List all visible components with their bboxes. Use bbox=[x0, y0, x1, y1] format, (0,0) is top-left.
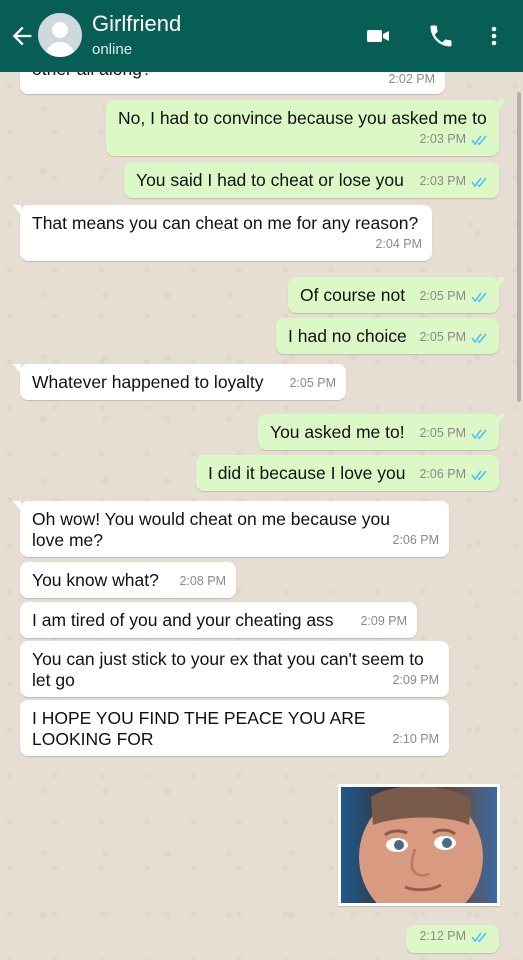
message-text: other all along? bbox=[32, 72, 152, 80]
avatar[interactable] bbox=[38, 13, 82, 57]
message-time: 2:10 PM bbox=[392, 732, 439, 746]
message-text: You asked me to! bbox=[270, 422, 405, 442]
message-received[interactable]: You can just stick to your ex that you c… bbox=[20, 641, 449, 697]
message-text: Oh wow! You would cheat on me because yo… bbox=[32, 509, 391, 550]
message-text: I did it because I love you bbox=[208, 463, 406, 483]
message-received[interactable]: I HOPE YOU FIND THE PEACE YOU ARE LOOKIN… bbox=[20, 700, 449, 756]
message-text: You know what? bbox=[32, 570, 159, 590]
video-call-icon[interactable] bbox=[364, 22, 392, 50]
message-time: 2:05 PM bbox=[289, 376, 336, 390]
message-sent[interactable]: 2:12 PM bbox=[406, 925, 499, 953]
message-time: 2:05 PM bbox=[419, 289, 466, 303]
message-time: 2:05 PM bbox=[419, 426, 466, 440]
message-time: 2:05 PM bbox=[419, 330, 466, 344]
message-time: 2:03 PM bbox=[419, 132, 466, 146]
arrow-left-icon[interactable] bbox=[8, 22, 36, 50]
message-text: No, I had to convince because you asked … bbox=[118, 108, 487, 128]
message-sent[interactable]: No, I had to convince because you asked … bbox=[106, 100, 506, 156]
double-check-icon bbox=[471, 291, 487, 302]
reaction-face-photo[interactable] bbox=[341, 787, 497, 903]
contact-status: online bbox=[92, 41, 133, 58]
more-vert-icon[interactable] bbox=[480, 22, 508, 50]
double-check-icon bbox=[471, 176, 487, 187]
message-text: I had no choice bbox=[288, 326, 407, 346]
message-time: 2:03 PM bbox=[419, 174, 466, 188]
message-time: 2:09 PM bbox=[360, 614, 407, 628]
message-text: Of course not bbox=[300, 285, 406, 305]
message-received[interactable]: I am tired of you and your cheating ass … bbox=[20, 602, 417, 638]
message-time: 2:08 PM bbox=[179, 574, 226, 588]
message-text: I HOPE YOU FIND THE PEACE YOU ARE LOOKIN… bbox=[32, 708, 366, 749]
message-sent[interactable]: You said I had to cheat or lose you 2:03… bbox=[124, 162, 499, 198]
double-check-icon bbox=[471, 332, 487, 343]
contact-name[interactable]: Girlfriend bbox=[92, 11, 181, 37]
chat-area[interactable]: other all along? 2:02 PM No, I had to co… bbox=[0, 72, 523, 960]
phone-icon[interactable] bbox=[427, 22, 455, 50]
image-message[interactable] bbox=[338, 784, 500, 906]
chat-header: Girlfriend online bbox=[0, 0, 523, 72]
message-text: That means you can cheat on me for any r… bbox=[32, 213, 419, 233]
scrollbar[interactable] bbox=[517, 92, 521, 402]
message-received[interactable]: You know what? 2:08 PM bbox=[20, 562, 236, 598]
message-time: 2:06 PM bbox=[392, 533, 439, 547]
message-time: 2:06 PM bbox=[419, 467, 466, 481]
message-sent[interactable]: I did it because I love you 2:06 PM bbox=[196, 455, 499, 491]
message-received[interactable]: Oh wow! You would cheat on me because yo… bbox=[13, 501, 449, 557]
double-check-icon bbox=[471, 428, 487, 439]
message-text: You said I had to cheat or lose you bbox=[136, 170, 404, 190]
message-text: You can just stick to your ex that you c… bbox=[32, 649, 424, 690]
message-sent[interactable]: I had no choice 2:05 PM bbox=[276, 318, 499, 354]
double-check-icon bbox=[471, 469, 487, 480]
message-time: 2:04 PM bbox=[375, 237, 422, 251]
double-check-icon bbox=[471, 134, 487, 145]
message-sent[interactable]: Of course not 2:05 PM bbox=[288, 277, 506, 313]
message-received[interactable]: other all along? 2:02 PM bbox=[20, 72, 445, 94]
message-received[interactable]: That means you can cheat on me for any r… bbox=[13, 205, 432, 261]
message-sent[interactable]: You asked me to! 2:05 PM bbox=[258, 414, 506, 450]
message-time: 2:09 PM bbox=[392, 673, 439, 687]
message-received[interactable]: Whatever happened to loyalty 2:05 PM bbox=[13, 364, 346, 400]
message-time: 2:02 PM bbox=[388, 72, 435, 86]
message-time: 2:12 PM bbox=[419, 929, 466, 943]
message-text: Whatever happened to loyalty bbox=[32, 372, 264, 392]
double-check-icon bbox=[471, 931, 487, 942]
message-text: I am tired of you and your cheating ass bbox=[32, 610, 334, 630]
